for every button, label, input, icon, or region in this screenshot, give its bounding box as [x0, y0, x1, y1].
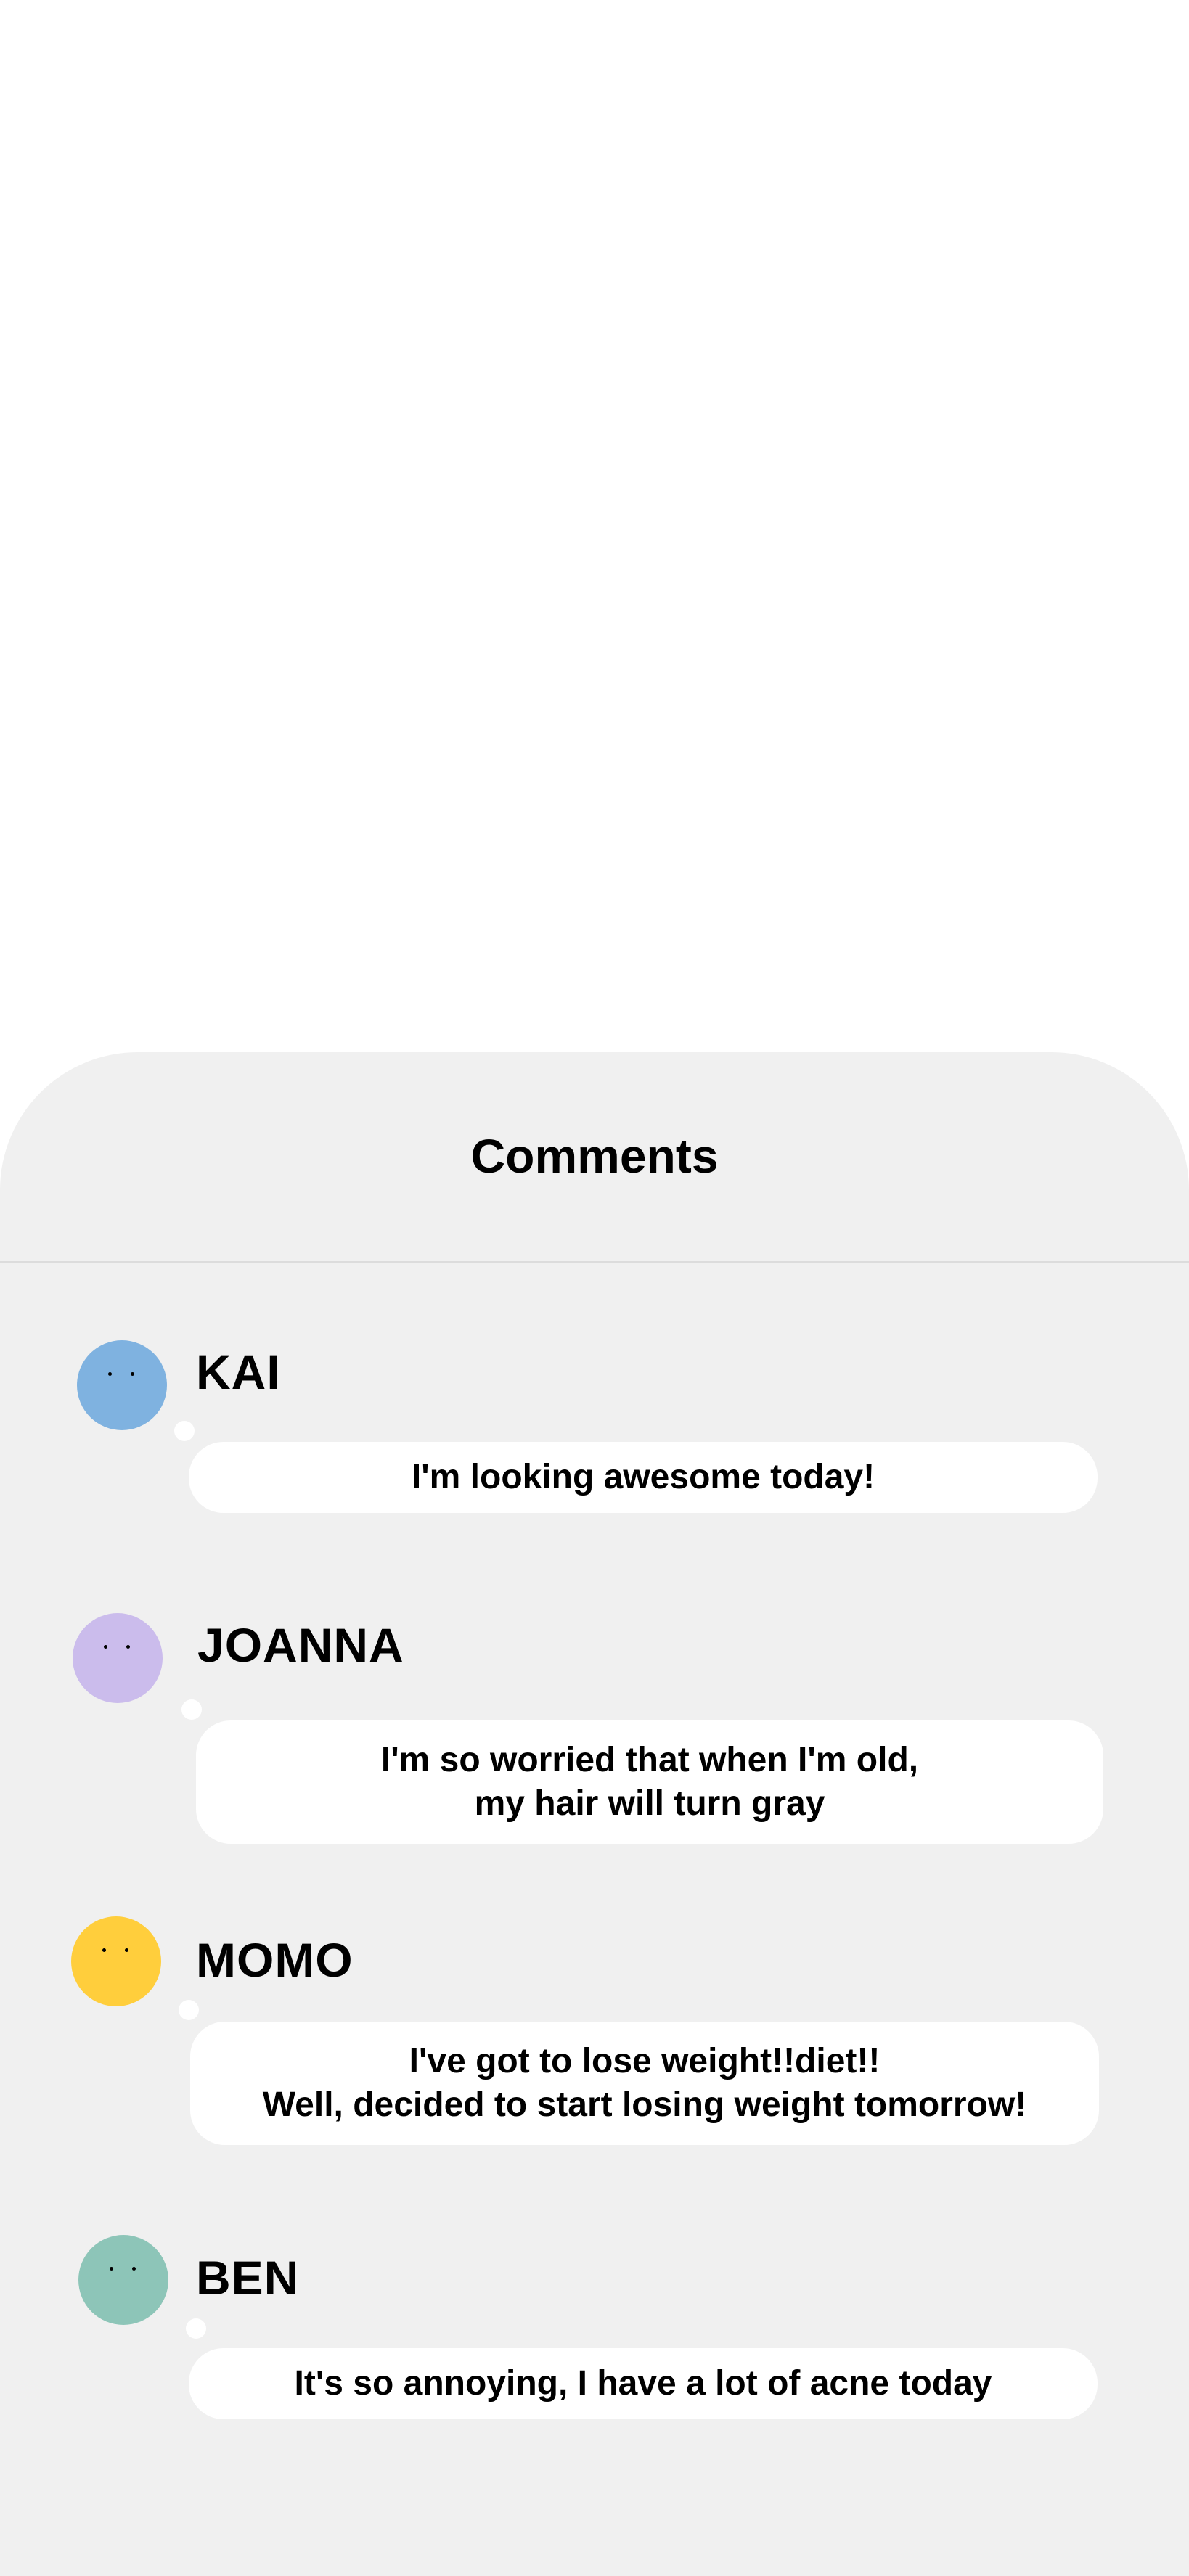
commenter-name[interactable]: KAI	[196, 1348, 281, 1396]
comment-text: It's so annoying, I have a lot of acne t…	[294, 2364, 992, 2403]
comment-text: Well, decided to start losing weight tom…	[262, 2085, 1027, 2124]
comment-text: I've got to lose weight!!diet!!	[409, 2042, 880, 2080]
eye-icon	[132, 2267, 136, 2271]
eye-icon	[104, 1645, 107, 1649]
avatar[interactable]	[78, 2235, 168, 2325]
bubble-tail-dot	[186, 2318, 206, 2339]
divider	[0, 1261, 1189, 1263]
eye-icon	[131, 1372, 134, 1376]
comment-bubble: I've got to lose weight!!diet!! Well, de…	[190, 2022, 1099, 2145]
comment-text: I'm looking awesome today!	[411, 1458, 875, 1496]
commenter-name[interactable]: JOANNA	[197, 1621, 404, 1669]
eye-icon	[126, 1645, 130, 1649]
avatar[interactable]	[71, 1916, 161, 2006]
bubble-tail-dot	[179, 2000, 199, 2020]
commenter-name[interactable]: BEN	[196, 2254, 299, 2302]
comment-bubble: I'm so worried that when I'm old, my hai…	[196, 1720, 1103, 1844]
bubble-tail-dot	[181, 1699, 202, 1720]
bubble-tail-dot	[174, 1421, 195, 1441]
eye-icon	[110, 2267, 113, 2271]
comments-sheet: Comments KAI I'm looking awesome today! …	[0, 1052, 1189, 2576]
comment-bubble: I'm looking awesome today!	[189, 1442, 1098, 1513]
sheet-title: Comments	[470, 1129, 719, 1183]
eye-icon	[125, 1948, 128, 1952]
avatar[interactable]	[73, 1613, 163, 1703]
eye-icon	[108, 1372, 112, 1376]
avatar[interactable]	[77, 1340, 167, 1430]
comment-text: my hair will turn gray	[474, 1784, 825, 1823]
comment-bubble: It's so annoying, I have a lot of acne t…	[189, 2348, 1098, 2419]
commenter-name[interactable]: MOMO	[196, 1936, 354, 1984]
comment-text: I'm so worried that when I'm old,	[380, 1741, 919, 1779]
eye-icon	[102, 1948, 106, 1952]
content-area	[0, 0, 1189, 1052]
